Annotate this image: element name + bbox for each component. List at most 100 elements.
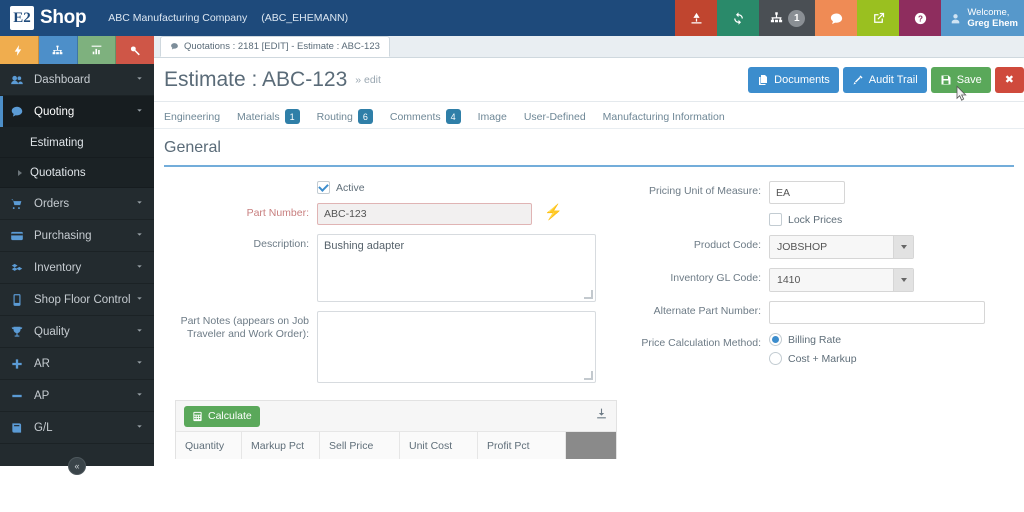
close-icon: ✖ [1004, 74, 1014, 86]
part-notes-textarea[interactable] [317, 311, 596, 383]
tab-engineering[interactable]: Engineering [164, 111, 220, 123]
column-header-sell-price[interactable]: Sell Price [320, 432, 400, 459]
tools-icon[interactable] [116, 36, 154, 64]
tab-manufacturing-information[interactable]: Manufacturing Information [603, 111, 725, 123]
org-chart-icon[interactable]: 1 [759, 0, 816, 36]
part-notes-label: Part Notes (appears on Job Traveler and … [180, 315, 309, 340]
sidebar-item-dashboard[interactable]: Dashboard [0, 64, 154, 96]
sync-icon[interactable] [717, 0, 760, 36]
alerts-icon[interactable] [675, 0, 718, 36]
application-window: E2 Shop ABC Manufacturing Company (ABC_E… [0, 0, 1024, 512]
sitemap-icon[interactable] [38, 36, 78, 64]
audit-trail-button[interactable]: Audit Trail [842, 66, 927, 93]
column-header-quantity[interactable]: Quantity [176, 432, 242, 459]
sidebar-item-orders[interactable]: Orders [0, 188, 154, 220]
calculate-panel: Calculate Quantity Markup Pct Sell Price… [175, 400, 617, 459]
brand[interactable]: E2 Shop [0, 0, 87, 36]
lightning-bolt-icon[interactable]: ⚡ [544, 203, 563, 223]
product-code-select[interactable]: JOBSHOP [769, 235, 914, 259]
sidebar-item-ap[interactable]: AP [0, 380, 154, 412]
description-textarea[interactable]: Bushing adapter [317, 234, 596, 302]
inventory-gl-row: Inventory GL Code: 1410 [624, 268, 1024, 292]
cost-markup-radio[interactable] [769, 352, 782, 365]
chat-icon[interactable] [815, 0, 858, 36]
pricing-uom-input[interactable]: EA [769, 181, 845, 204]
download-icon[interactable] [595, 407, 608, 425]
lock-prices-checkbox-group[interactable]: Lock Prices [769, 213, 842, 226]
save-icon [941, 75, 951, 84]
lock-prices-checkbox[interactable] [769, 213, 782, 226]
sidebar-nav: Dashboard Quoting Estimating Quotations [0, 64, 154, 444]
price-calc-option-cost-markup[interactable]: Cost + Markup [769, 352, 857, 365]
chevron-down-icon [135, 390, 144, 402]
help-icon[interactable]: ? [899, 0, 942, 36]
part-number-input[interactable]: ABC-123 [317, 203, 532, 225]
documents-button[interactable]: Documents [748, 66, 839, 93]
close-button[interactable]: ✖ [994, 66, 1024, 93]
bolt-icon[interactable] [0, 36, 39, 64]
chart-icon[interactable] [77, 36, 117, 64]
section-title: General [164, 139, 221, 156]
tab-label: Manufacturing Information [602, 110, 725, 123]
calculate-button-label: Calculate [208, 410, 252, 422]
sidebar-item-quoting[interactable]: Quoting [0, 96, 154, 128]
book-icon [10, 421, 30, 435]
tab-label: Routing [316, 110, 353, 123]
sidebar-item-gl[interactable]: G/L [0, 412, 154, 444]
pricing-uom-row: Pricing Unit of Measure: EA [624, 181, 1024, 204]
user-menu[interactable]: Welcome, Greg Ehem [941, 0, 1024, 36]
tab-label: Comments [389, 110, 441, 123]
sidebar-subitem-estimating[interactable]: Estimating [0, 128, 154, 158]
sidebar-collapse-button[interactable]: « [68, 457, 86, 475]
sidebar-subitem-label: Estimating [30, 136, 84, 149]
tab-routing[interactable]: Routing 6 [317, 109, 373, 124]
chevron-down-icon [135, 326, 144, 338]
tablet-icon [10, 293, 30, 307]
sidebar-item-label: AP [34, 389, 50, 402]
documents-button-label: Documents [774, 73, 830, 86]
plus-icon [10, 357, 30, 371]
chevron-down-icon [135, 422, 144, 434]
card-icon [10, 229, 30, 243]
sidebar-subitem-quotations[interactable]: Quotations [0, 158, 154, 188]
chevron-down-icon[interactable] [893, 269, 913, 291]
inventory-gl-select[interactable]: 1410 [769, 268, 914, 292]
tab-comments[interactable]: Comments 4 [390, 109, 461, 124]
sidebar-item-inventory[interactable]: Inventory [0, 252, 154, 284]
billing-rate-radio[interactable] [769, 333, 782, 346]
column-header-markup-pct[interactable]: Markup Pct [242, 432, 320, 459]
column-header-profit-pct[interactable]: Profit Pct [478, 432, 566, 459]
document-tab[interactable]: Quotations : 2181 [EDIT] - Estimate : AB… [160, 36, 390, 57]
sidebar-quick-actions [0, 36, 154, 64]
sidebar-item-purchasing[interactable]: Purchasing [0, 220, 154, 252]
sidebar-item-label: G/L [34, 421, 53, 434]
header-actions: 1 ? Welcome, Greg Ehem [675, 0, 1024, 36]
active-checkbox-group[interactable]: Active [317, 181, 365, 194]
calculate-button[interactable]: Calculate [184, 405, 260, 427]
page-titlebar: Estimate : ABC-123 » edit Documents Audi… [154, 58, 1024, 102]
caret-right-icon [18, 169, 22, 176]
sidebar-item-ar[interactable]: AR [0, 348, 154, 380]
company-code: (ABC_EHEMANN) [261, 12, 349, 24]
sidebar-item-shop-floor-control[interactable]: Shop Floor Control [0, 284, 154, 316]
svg-text:?: ? [918, 14, 923, 23]
lock-prices-label: Lock Prices [788, 213, 843, 226]
chevron-down-icon[interactable] [893, 236, 913, 258]
save-button[interactable]: Save [930, 66, 991, 93]
alternate-part-input[interactable] [769, 301, 985, 324]
sidebar-item-label: Inventory [34, 261, 82, 274]
active-checkbox[interactable] [317, 181, 330, 194]
tab-materials[interactable]: Materials 1 [237, 109, 300, 124]
price-calc-option-billing-rate[interactable]: Billing Rate [769, 333, 857, 346]
sidebar-subitem-label: Quotations [30, 166, 86, 179]
chevron-down-icon [135, 106, 144, 118]
dashboard-icon [10, 73, 30, 87]
column-header-unit-cost[interactable]: Unit Cost [400, 432, 478, 459]
brand-name: Shop [40, 7, 87, 28]
page-edit-link[interactable]: » edit [355, 74, 381, 86]
price-calc-row: Price Calculation Method: Billing Rate C… [624, 333, 1024, 371]
tab-image[interactable]: Image [478, 111, 507, 123]
launch-icon[interactable] [857, 0, 900, 36]
sidebar-item-quality[interactable]: Quality [0, 316, 154, 348]
tab-user-defined[interactable]: User-Defined [524, 111, 586, 123]
